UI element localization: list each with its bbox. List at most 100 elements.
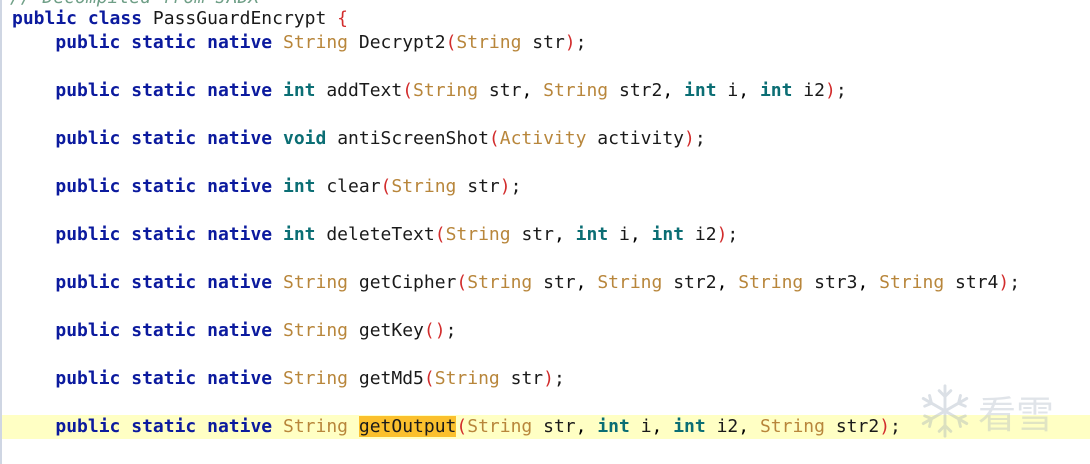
keyword: static (131, 32, 197, 53)
semicolon: ; (510, 176, 522, 197)
keyword: native (207, 80, 273, 101)
param-type: String (543, 80, 609, 101)
close-paren: ) (564, 32, 576, 53)
param-name: str (510, 368, 544, 389)
return-type: String (282, 272, 349, 293)
keyword: static (131, 416, 197, 437)
method-name: clear (326, 176, 381, 197)
param-type: String (597, 272, 663, 293)
semicolon: ; (553, 368, 565, 389)
keyword: native (207, 128, 273, 149)
keyword: static (131, 128, 197, 149)
class-declaration-line[interactable]: public class PassGuardEncrypt { (12, 7, 348, 31)
method-declaration-line[interactable]: public static native String Decrypt2(Str… (12, 31, 586, 55)
param-name: i (619, 224, 630, 245)
param-name: str (488, 80, 522, 101)
method-declaration-line[interactable]: public static native String getCipher(St… (12, 271, 1020, 295)
param-name: str4 (955, 272, 999, 293)
param-name: str2 (673, 272, 717, 293)
close-paren: ) (716, 224, 728, 245)
method-declaration-line[interactable]: public static native int addText(String … (12, 79, 847, 103)
param-name: str3 (814, 272, 858, 293)
open-paren: ( (488, 128, 500, 149)
keyword: static (131, 176, 197, 197)
method-name: getMd5 (358, 368, 424, 389)
keyword: public (55, 320, 121, 341)
return-type: int (282, 224, 316, 245)
keyword: public (55, 416, 121, 437)
param-type: Activity (499, 128, 587, 149)
keyword: public (55, 32, 121, 53)
return-type: int (282, 80, 316, 101)
return-type: int (282, 176, 316, 197)
param-name: i (727, 80, 739, 101)
semicolon: ; (694, 128, 706, 149)
param-type: String (391, 176, 457, 197)
method-declaration-line[interactable]: public static native int clear(String st… (12, 175, 521, 199)
param-name: i2 (694, 224, 717, 245)
open-brace: { (337, 8, 348, 29)
return-type: String (282, 368, 349, 389)
param-type: int (597, 416, 630, 437)
keyword: native (207, 320, 273, 341)
keyword: public (55, 368, 121, 389)
param-name: str (467, 176, 500, 197)
open-paren: ( (402, 80, 414, 101)
semicolon: ; (445, 320, 457, 341)
keyword: static (131, 320, 197, 341)
editor-gutter-border (0, 0, 2, 464)
open-paren: ( (456, 416, 468, 437)
close-paren: ) (499, 176, 511, 197)
return-type: void (282, 128, 327, 149)
method-name: getKey (358, 320, 424, 341)
method-name: antiScreenShot (337, 128, 489, 149)
return-type: String (282, 32, 349, 53)
keyword: native (207, 32, 273, 53)
param-type: int (651, 224, 685, 245)
open-paren: ( (456, 272, 468, 293)
param-name: str (543, 272, 576, 293)
close-paren: ) (879, 416, 891, 437)
param-type: String (445, 224, 511, 245)
method-name: Decrypt2 (358, 32, 446, 53)
semicolon: ; (1009, 272, 1021, 293)
close-paren: ) (998, 272, 1010, 293)
open-paren: ( (423, 320, 435, 341)
close-paren: ) (684, 128, 695, 149)
param-name: i2 (716, 416, 739, 437)
param-type: String (759, 416, 825, 437)
return-type: String (282, 320, 349, 341)
method-name: getOutput (358, 416, 457, 437)
watermark: 看雪 (916, 382, 1054, 440)
param-type: int (575, 224, 609, 245)
keyword: static (131, 368, 197, 389)
code-editor[interactable]: // Decompiled from JADX public class Pas… (0, 0, 1090, 464)
semicolon: ; (575, 32, 587, 53)
keyword: public (55, 80, 121, 101)
param-name: activity (597, 128, 684, 149)
open-paren: ( (380, 176, 392, 197)
method-declaration-line[interactable]: public static native int deleteText(Stri… (12, 223, 738, 247)
param-type: int (759, 80, 793, 101)
method-name: deleteText (326, 224, 435, 245)
semicolon: ; (835, 80, 847, 101)
close-paren: ) (824, 80, 836, 101)
semicolon: ; (727, 224, 739, 245)
param-name: str (543, 416, 576, 437)
keyword: native (207, 176, 273, 197)
param-type: String (467, 416, 533, 437)
keyword: public (55, 176, 121, 197)
method-declaration-line[interactable]: public static native String getKey(); (12, 319, 456, 343)
method-declaration-line[interactable]: public static native void antiScreenShot… (12, 127, 706, 151)
param-name: i (640, 416, 652, 437)
open-paren: ( (445, 32, 457, 53)
param-name: str2 (619, 80, 663, 101)
param-type: String (413, 80, 479, 101)
keyword: public (55, 272, 121, 293)
open-paren: ( (434, 224, 446, 245)
param-type: String (434, 368, 500, 389)
keyword: public (55, 128, 121, 149)
method-declaration-line[interactable]: public static native String getMd5(Strin… (12, 367, 565, 391)
param-name: str2 (835, 416, 880, 437)
return-type: String (282, 416, 349, 437)
